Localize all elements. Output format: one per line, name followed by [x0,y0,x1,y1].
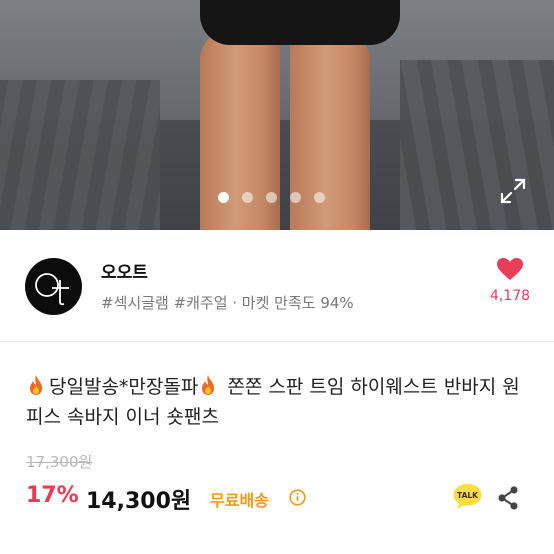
discount-rate: 17% [26,483,79,508]
fire-icon [202,375,215,395]
heart-icon [497,258,523,280]
like-count: 4,178 [489,288,531,304]
expand-icon[interactable] [498,176,528,206]
product-title: 당일발송*만장돌파 쫀쫀 스판 트임 하이웨스트 반바지 원피스 속바지 이너 … [26,372,531,432]
info-icon[interactable] [289,489,306,506]
store-info: 오오트 #섹시글램 #캐주얼 · 마켓 만족도 94% 4,178 [0,231,554,342]
store-logo-mark [35,273,69,306]
fire-icon [30,375,42,395]
free-shipping-label: 무료배송 [210,491,269,510]
talk-label: TALK [457,491,479,500]
gallery-dot[interactable] [266,192,277,203]
like-button[interactable]: 4,178 [485,258,535,304]
store-tags: #섹시글램 #캐주얼 · 마켓 만족도 94% [101,294,354,312]
gallery-pagination [218,192,325,203]
gallery-dot[interactable] [314,192,325,203]
gallery-dot[interactable] [242,192,253,203]
store-logo[interactable] [25,258,82,315]
title-tag: 당일발송*만장돌파 [49,376,199,398]
image-rug-left [0,80,160,230]
share-icon[interactable] [496,485,520,511]
image-rug-right [400,60,554,230]
kakao-talk-icon[interactable]: TALK [452,482,483,510]
sale-price: 14,300원 [86,489,192,514]
original-price: 17,300원 [26,453,93,471]
store-name[interactable]: 오오트 [101,258,148,283]
gallery-dot[interactable] [290,192,301,203]
image-shorts [200,0,400,45]
gallery-dot[interactable] [218,192,229,203]
product-image[interactable] [0,0,554,230]
